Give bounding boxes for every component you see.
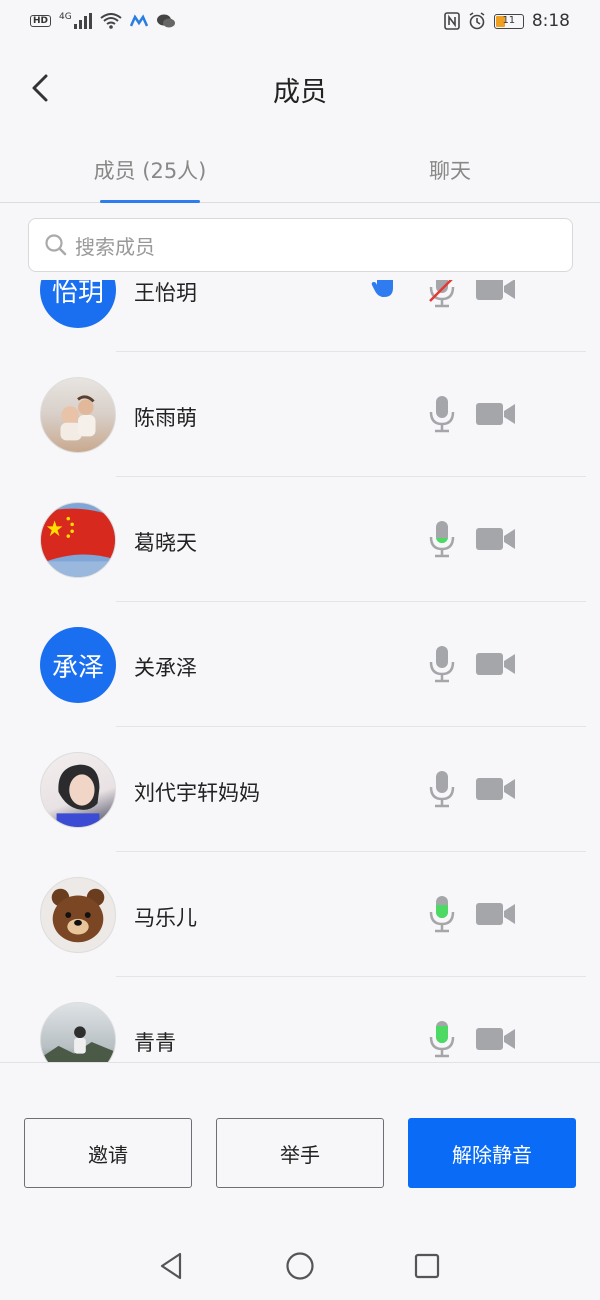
nfc-icon: [444, 12, 460, 30]
tab-bar: 成员 (25人) 聊天: [0, 137, 600, 203]
signal-icon: [73, 13, 92, 29]
member-row[interactable]: 陈雨萌: [0, 352, 600, 477]
tab-members[interactable]: 成员 (25人): [0, 137, 300, 203]
back-triangle-icon[interactable]: [156, 1250, 188, 1282]
search-placeholder: 搜索成员: [75, 234, 155, 259]
member-row[interactable]: 青青: [0, 977, 600, 1062]
camera-icon[interactable]: [476, 525, 516, 553]
avatar: 承泽: [40, 627, 116, 703]
search-icon: [45, 234, 67, 256]
invite-button[interactable]: 邀请: [24, 1118, 192, 1188]
member-name: 陈雨萌: [134, 406, 197, 430]
camera-icon[interactable]: [476, 775, 516, 803]
member-row[interactable]: 葛晓天: [0, 477, 600, 602]
mic-muted-icon[interactable]: [428, 280, 456, 309]
raise-hand-button[interactable]: 举手: [216, 1118, 384, 1188]
member-row[interactable]: 怡玥 王怡玥: [0, 280, 600, 352]
mic-active-icon[interactable]: [428, 1019, 456, 1059]
wifi-icon: [100, 13, 122, 29]
camera-icon[interactable]: [476, 650, 516, 678]
member-name: 刘代宇轩妈妈: [134, 781, 260, 805]
avatar-landscape-icon: [41, 1026, 115, 1062]
member-list[interactable]: 怡玥 王怡玥 陈雨萌 葛晓天 承泽 关承泽 刘代宇轩妈妈 马乐儿 青青: [0, 280, 600, 1062]
camera-icon[interactable]: [476, 900, 516, 928]
member-name: 马乐儿: [134, 906, 197, 930]
member-name: 关承泽: [134, 656, 197, 680]
mic-active-icon[interactable]: [428, 519, 456, 559]
alarm-icon: [469, 12, 485, 30]
back-button[interactable]: [24, 68, 64, 108]
chevron-left-icon: [32, 74, 48, 102]
active-tab-indicator: [100, 200, 200, 203]
search-input[interactable]: 搜索成员: [28, 218, 573, 272]
avatar-bear-icon: [51, 888, 105, 943]
tab-chat-label: 聊天: [429, 158, 471, 183]
page-title: 成员: [273, 77, 327, 108]
home-circle-icon[interactable]: [284, 1250, 316, 1282]
member-name: 王怡玥: [134, 281, 197, 305]
avatar: [40, 752, 116, 828]
avatar: [40, 377, 116, 453]
network-indicator: 4G: [59, 12, 72, 22]
tab-members-label: 成员 (25人): [93, 158, 207, 183]
hd-indicator: HD: [30, 15, 52, 27]
unmute-button[interactable]: 解除静音: [408, 1118, 576, 1188]
mic-icon[interactable]: [428, 644, 456, 684]
member-name: 青青: [134, 1031, 176, 1055]
avatar: [40, 877, 116, 953]
member-row[interactable]: 马乐儿: [0, 852, 600, 977]
header-bar: 成员: [0, 42, 600, 137]
status-bar: HD 4G 11 8:18: [0, 0, 600, 42]
tab-chat[interactable]: 聊天: [300, 137, 600, 202]
avatar: [40, 502, 116, 578]
battery-indicator: 11: [493, 13, 524, 29]
recents-square-icon[interactable]: [411, 1250, 443, 1282]
action-bar: 邀请 举手 解除静音: [0, 1062, 600, 1232]
system-nav-bar: [0, 1232, 600, 1300]
mic-icon[interactable]: [428, 769, 456, 809]
mic-icon[interactable]: [428, 394, 456, 434]
avatar: [40, 1002, 116, 1062]
mic-active-icon[interactable]: [428, 894, 456, 934]
app-notification-icon: [129, 14, 148, 27]
avatar: 怡玥: [40, 280, 116, 328]
camera-icon[interactable]: [476, 280, 516, 303]
member-row[interactable]: 承泽 关承泽: [0, 602, 600, 727]
avatar-photo-icon: [60, 395, 96, 441]
camera-icon[interactable]: [476, 1025, 516, 1053]
clock: 8:18: [531, 11, 570, 31]
wechat-icon: [156, 14, 175, 28]
raised-hand-icon: [371, 280, 393, 297]
camera-icon[interactable]: [476, 400, 516, 428]
avatar-portrait-icon: [56, 764, 100, 827]
avatar-flag-icon: [41, 508, 115, 577]
member-row[interactable]: 刘代宇轩妈妈: [0, 727, 600, 852]
member-name: 葛晓天: [134, 531, 197, 555]
